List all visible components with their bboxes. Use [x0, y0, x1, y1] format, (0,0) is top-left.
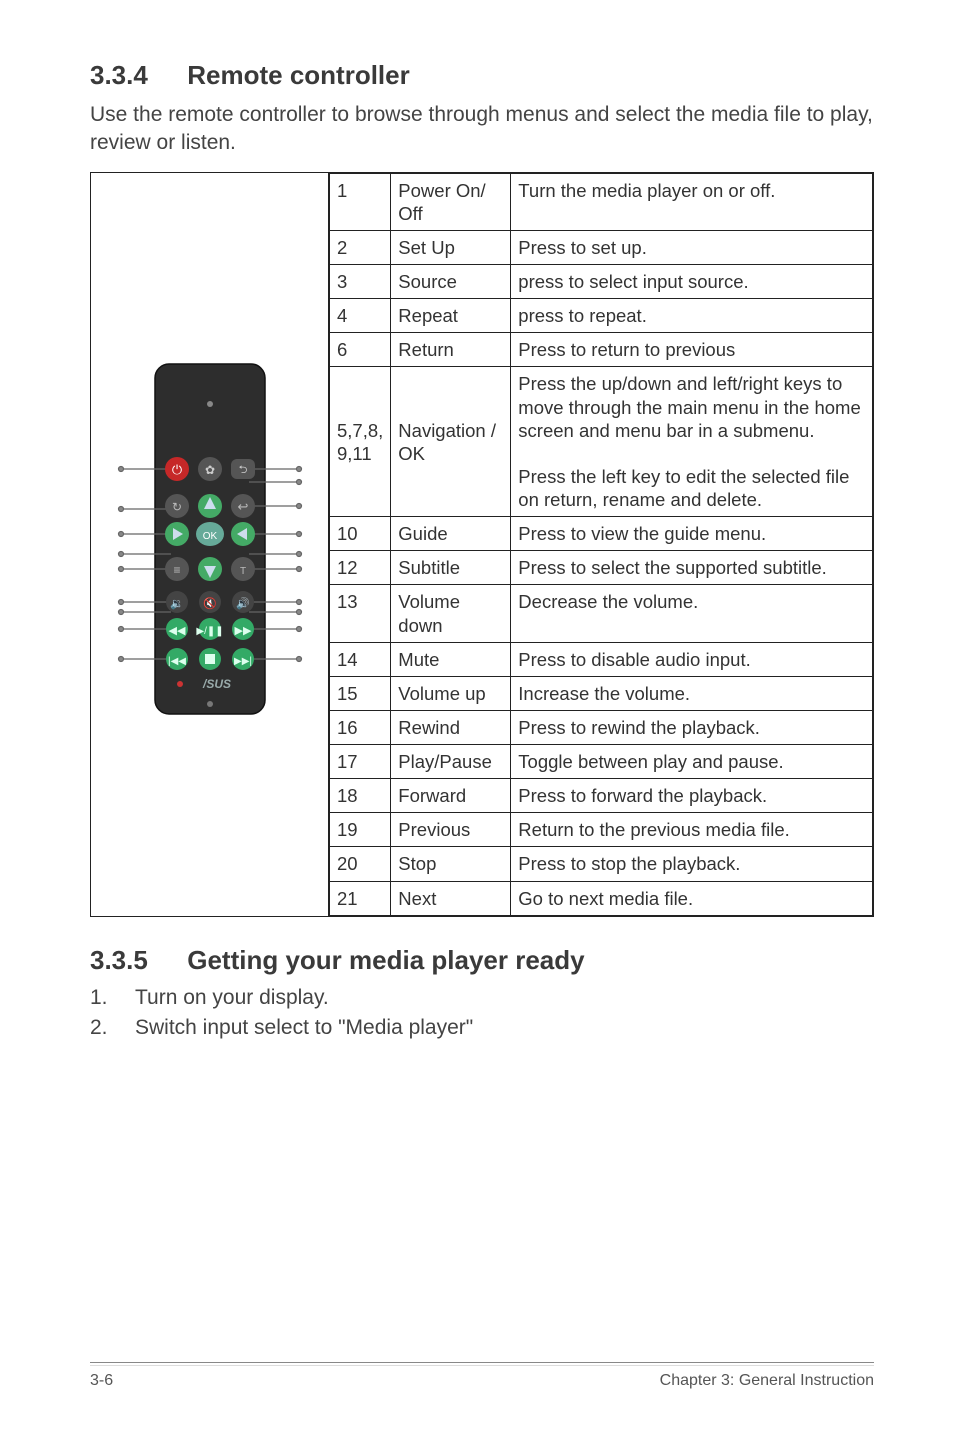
table-row: 2Set UpPress to set up.	[330, 230, 873, 264]
svg-text:▶▶|: ▶▶|	[234, 656, 252, 667]
svg-text:▶/❚❚: ▶/❚❚	[196, 626, 223, 637]
list-item-text: Turn on your display.	[135, 986, 329, 1010]
svg-text:/SUS: /SUS	[201, 677, 230, 691]
svg-text:OK: OK	[202, 531, 217, 542]
cell-num: 1	[330, 173, 391, 230]
table-row: 21NextGo to next media file.	[330, 881, 873, 915]
section-3-3-4-title: Remote controller	[187, 60, 410, 90]
svg-text:🔉: 🔉	[170, 598, 184, 610]
svg-text:T: T	[239, 566, 245, 577]
section-3-3-5-title: Getting your media player ready	[187, 945, 584, 975]
section-3-3-5-list: 1. Turn on your display. 2. Switch input…	[90, 986, 874, 1040]
section-3-3-4-intro: Use the remote controller to browse thro…	[90, 101, 874, 158]
table-row: 12SubtitlePress to select the supported …	[330, 551, 873, 585]
table-row: 4Repeatpress to repeat.	[330, 299, 873, 333]
svg-text:🔊: 🔊	[236, 596, 250, 610]
list-item-text: Switch input select to "Media player"	[135, 1016, 473, 1040]
table-row: 19PreviousReturn to the previous media f…	[330, 813, 873, 847]
svg-text:⏻: ⏻	[171, 462, 181, 477]
svg-text:⮌: ⮌	[238, 464, 247, 476]
list-item-num: 2.	[90, 1016, 135, 1040]
svg-text:◀◀: ◀◀	[168, 625, 185, 637]
table-row: 16RewindPress to rewind the playback.	[330, 710, 873, 744]
remote-image-cell: ⏻ ✿ ⮌ ↻ ↩ OK ≡ T 🔉 🔇 🔊 ◀◀	[91, 173, 329, 916]
table-row: 10GuidePress to view the guide menu.	[330, 517, 873, 551]
table-row: 14MutePress to disable audio input.	[330, 642, 873, 676]
remote-table-container: ⏻ ✿ ⮌ ↻ ↩ OK ≡ T 🔉 🔇 🔊 ◀◀	[90, 172, 874, 917]
table-row: 13Volume downDecrease the volume.	[330, 585, 873, 642]
svg-text:🔇: 🔇	[203, 597, 217, 610]
table-row: 15Volume upIncrease the volume.	[330, 676, 873, 710]
page-number: 3-6	[90, 1372, 113, 1390]
table-row: 1Power On/ OffTurn the media player on o…	[330, 173, 873, 230]
list-item: 2. Switch input select to "Media player"	[90, 1016, 874, 1040]
table-row: 20StopPress to stop the playback.	[330, 847, 873, 881]
table-row: 17Play/PauseToggle between play and paus…	[330, 745, 873, 779]
table-row: 18ForwardPress to forward the playback.	[330, 779, 873, 813]
section-3-3-4-num: 3.3.4	[90, 60, 180, 91]
section-3-3-4-heading: 3.3.4 Remote controller	[90, 60, 874, 91]
page-footer: 3-6 Chapter 3: General Instruction	[0, 1362, 954, 1390]
list-item-num: 1.	[90, 986, 135, 1010]
footer-divider	[90, 1362, 874, 1366]
svg-text:↻: ↻	[171, 500, 181, 514]
list-item: 1. Turn on your display.	[90, 986, 874, 1010]
section-3-3-5-heading: 3.3.5 Getting your media player ready	[90, 945, 874, 976]
cell-desc: Turn the media player on or off.	[511, 173, 873, 230]
svg-text:≡: ≡	[173, 563, 180, 577]
remote-controller-diagram: ⏻ ✿ ⮌ ↻ ↩ OK ≡ T 🔉 🔇 🔊 ◀◀	[105, 354, 315, 734]
svg-text:↩: ↩	[237, 499, 248, 514]
svg-text:▶▶: ▶▶	[234, 625, 251, 637]
cell-name: Power On/ Off	[391, 173, 511, 230]
svg-text:|◀◀: |◀◀	[168, 656, 186, 667]
table-row: 6ReturnPress to return to previous	[330, 333, 873, 367]
chapter-label: Chapter 3: General Instruction	[660, 1372, 874, 1390]
table-row: 5,7,8, 9,11Navigation / OKPress the up/d…	[330, 367, 873, 517]
table-row: 3Sourcepress to select input source.	[330, 265, 873, 299]
svg-text:✿: ✿	[204, 463, 214, 477]
section-3-3-5-num: 3.3.5	[90, 945, 180, 976]
remote-functions-table: 1Power On/ OffTurn the media player on o…	[329, 173, 873, 916]
